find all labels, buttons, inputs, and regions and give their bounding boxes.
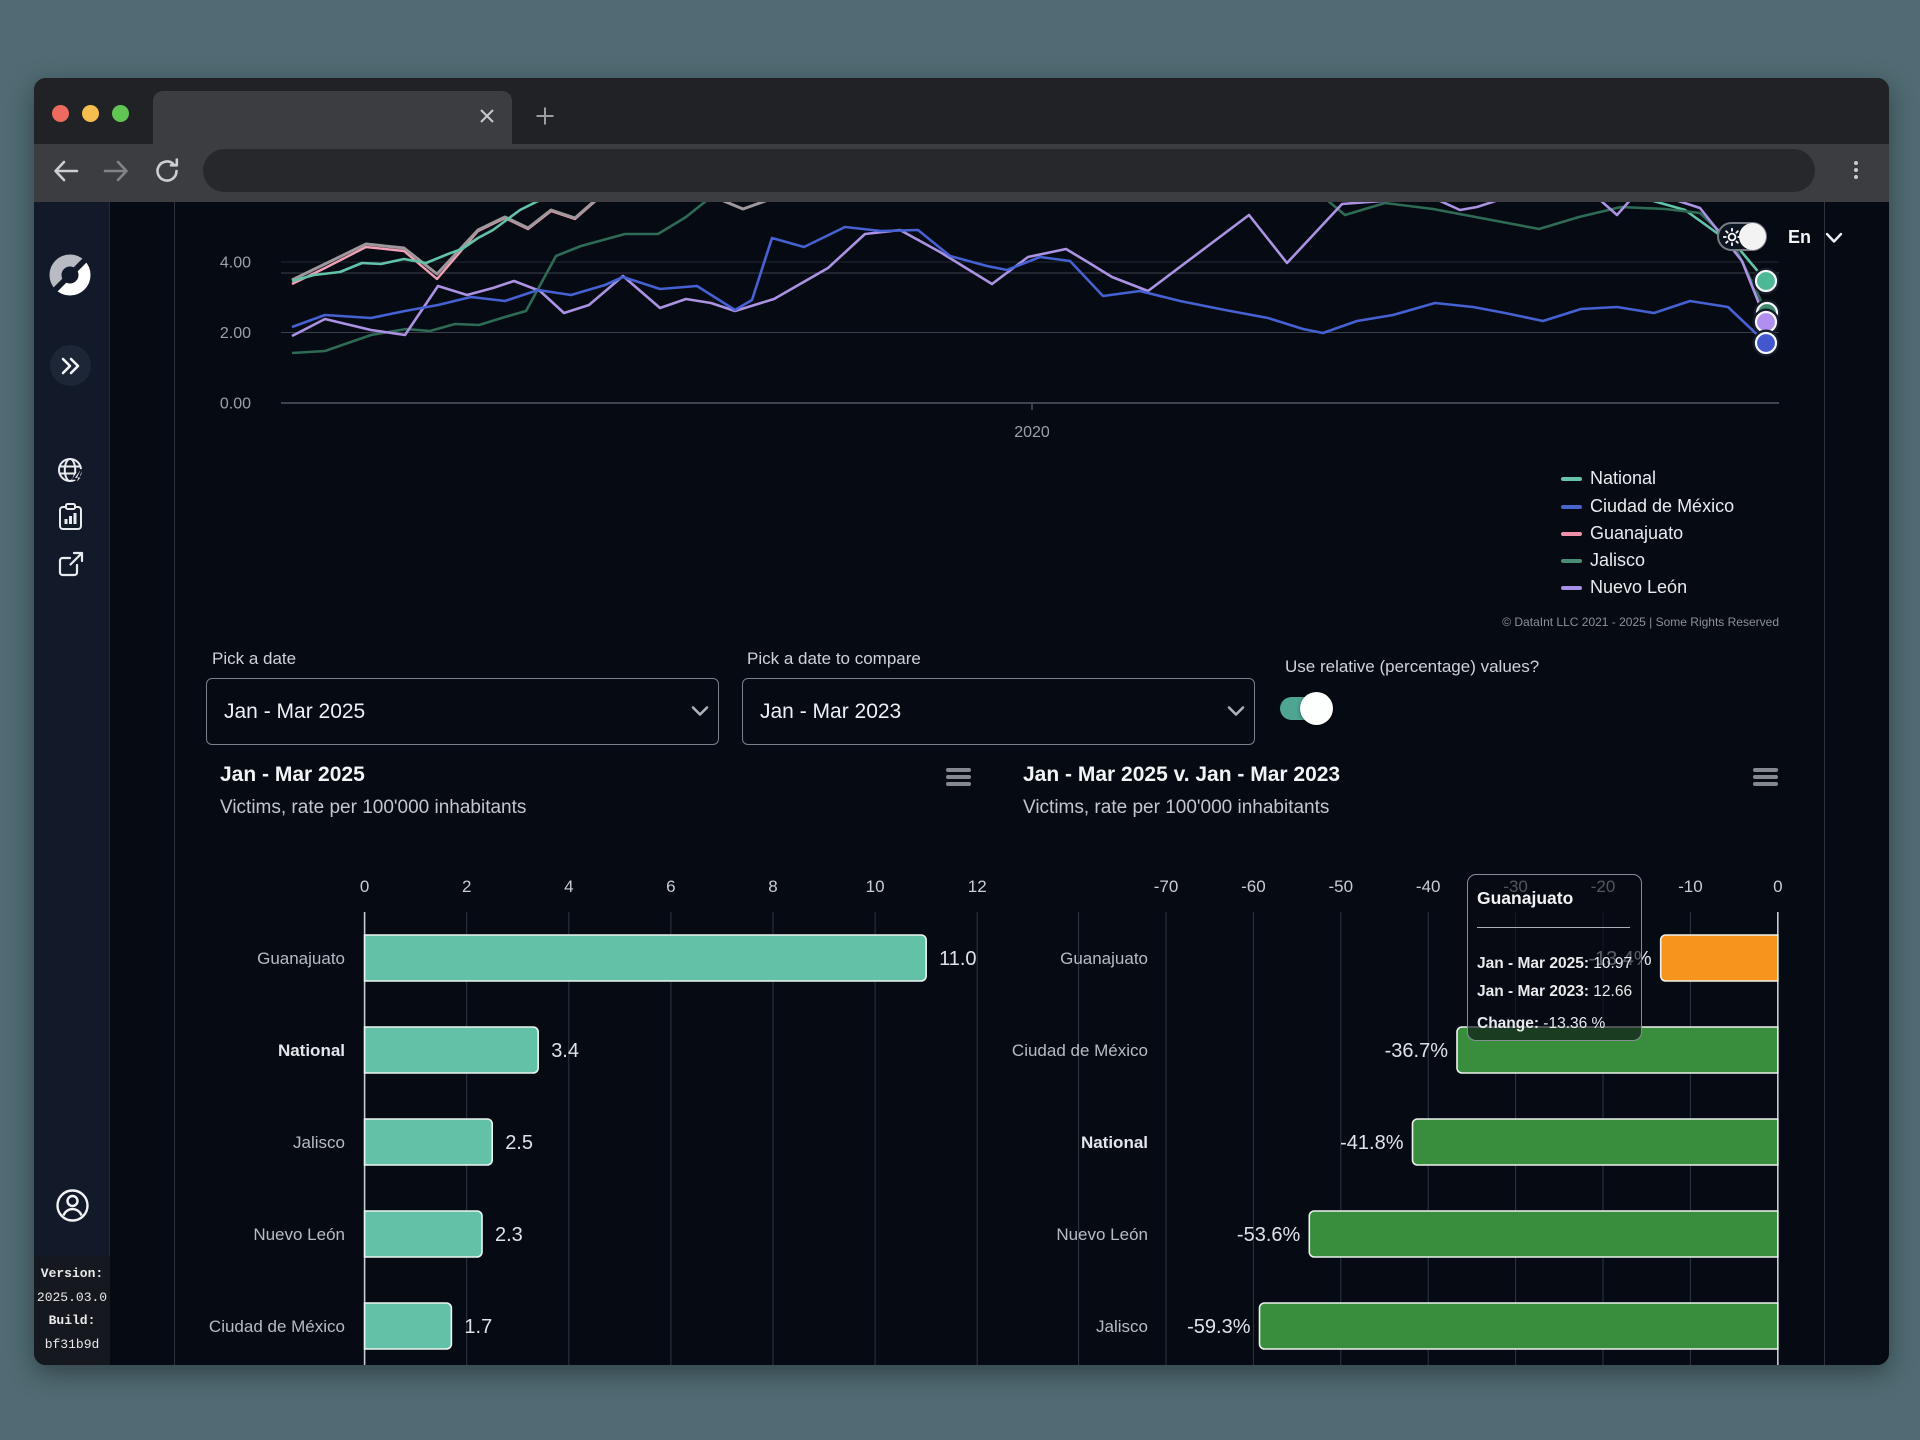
svg-text:-59.3%: -59.3%	[1187, 1316, 1251, 1338]
svg-text:4: 4	[564, 877, 573, 896]
svg-text:11.0: 11.0	[939, 948, 976, 970]
svg-text:-40: -40	[1416, 877, 1441, 896]
svg-text:-36.7%: -36.7%	[1385, 1040, 1449, 1062]
svg-text:-60: -60	[1241, 877, 1266, 896]
svg-text:2: 2	[462, 877, 471, 896]
svg-text:3.4: 3.4	[551, 1040, 579, 1062]
svg-text:Jalisco: Jalisco	[293, 1133, 345, 1152]
svg-text:2.5: 2.5	[505, 1132, 533, 1154]
svg-text:Nuevo León: Nuevo León	[253, 1225, 345, 1244]
svg-text:-53.6%: -53.6%	[1237, 1224, 1301, 1246]
svg-text:National: National	[278, 1041, 345, 1060]
svg-text:Guanajuato: Guanajuato	[1060, 949, 1148, 968]
svg-text:-50: -50	[1329, 877, 1354, 896]
svg-text:12: 12	[968, 877, 987, 896]
svg-text:2.3: 2.3	[495, 1224, 523, 1246]
svg-text:-41.8%: -41.8%	[1340, 1132, 1404, 1154]
svg-text:National: National	[1081, 1133, 1148, 1152]
svg-text:Guanajuato: Guanajuato	[257, 949, 345, 968]
svg-text:Nuevo León: Nuevo León	[1056, 1225, 1148, 1244]
svg-text:10: 10	[866, 877, 885, 896]
svg-text:-70: -70	[1154, 877, 1179, 896]
svg-text:-10: -10	[1678, 877, 1703, 896]
svg-text:Jalisco: Jalisco	[1096, 1317, 1148, 1336]
svg-text:Ciudad de México: Ciudad de México	[209, 1317, 345, 1336]
svg-text:0: 0	[360, 877, 369, 896]
svg-text:8: 8	[768, 877, 777, 896]
svg-text:Ciudad de México: Ciudad de México	[1012, 1041, 1148, 1060]
svg-text:0: 0	[1773, 877, 1782, 896]
svg-text:1.7: 1.7	[464, 1316, 492, 1338]
svg-text:6: 6	[666, 877, 675, 896]
